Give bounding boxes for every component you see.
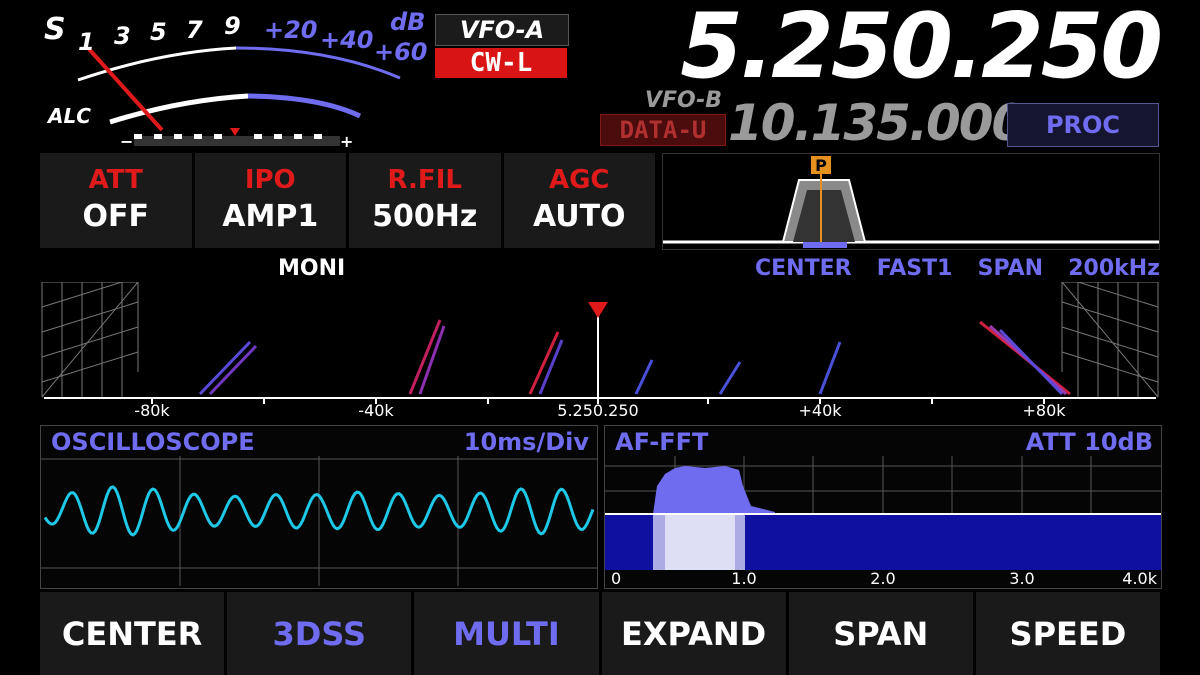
multi-button[interactable]: MULTI: [414, 592, 599, 675]
spectrum-tick-center: 5.250.250: [557, 401, 638, 417]
oscilloscope-panel[interactable]: OSCILLOSCOPE 10ms/Div: [40, 425, 598, 589]
left-grid: [41, 282, 139, 398]
s-scale-5: 5: [150, 18, 167, 46]
s-scale-1: 1: [78, 28, 95, 56]
spectrum-tick-plus80k: +80k: [1022, 401, 1066, 417]
setting-rfil-label: R.FIL: [387, 165, 462, 195]
vfo-b-label[interactable]: VFO-B: [612, 88, 722, 113]
filter-marker-p: P: [815, 156, 827, 175]
center-button[interactable]: CENTER: [40, 592, 225, 675]
af-fft-tick-0: 0: [611, 569, 621, 588]
spectrum-span-value: 200kHz: [1068, 256, 1160, 281]
af-fft-graph: 0 1.0 2.0 3.0 4.0k: [605, 456, 1161, 588]
db-label: dB: [390, 8, 426, 36]
expand-button[interactable]: EXPAND: [601, 592, 786, 675]
af-fft-tick-3: 3.0: [1009, 569, 1034, 588]
alc-minus: −: [120, 132, 134, 151]
spectrum-tick-minus80k: -80k: [134, 401, 170, 417]
alc-arc-white: [109, 93, 249, 125]
spectrum-mode: CENTER: [755, 256, 852, 281]
vfo-a-mode[interactable]: CW-L: [435, 48, 567, 78]
setting-ipo-label: IPO: [244, 165, 296, 195]
af-fft-spectrum: [653, 466, 775, 514]
span-button[interactable]: SPAN: [788, 592, 973, 675]
plus-scale-60: +60: [374, 38, 428, 66]
right-grid: [1061, 282, 1159, 398]
af-fft-tick-1: 1.0: [731, 569, 756, 588]
function-buttons: CENTER 3DSS MULTI EXPAND SPAN SPEED: [40, 592, 1161, 675]
s-scale-9: 9: [224, 12, 241, 40]
af-fft-panel[interactable]: AF-FFT ATT 10dB 0 1.0 2.0 3.0 4.0k: [604, 425, 1162, 589]
speed-button[interactable]: SPEED: [975, 592, 1161, 675]
spectrum-speed: FAST1: [876, 256, 953, 281]
3dss-button[interactable]: 3DSS: [227, 592, 412, 675]
af-fft-title: AF-FFT: [615, 428, 709, 456]
setting-att[interactable]: ATT OFF: [40, 153, 192, 248]
3dss-spectrum-display[interactable]: -80k -40k 5.250.250 +40k +80k: [40, 282, 1160, 417]
spectrum-info: CENTER FAST1 SPAN 200kHz: [755, 256, 1160, 281]
setting-att-label: ATT: [88, 165, 143, 195]
alc-plus: +: [340, 132, 354, 151]
setting-ipo-value: AMP1: [222, 199, 319, 234]
proc-level-button[interactable]: PROC LEVEL: [1007, 103, 1159, 181]
passband-graph: P: [663, 156, 1159, 248]
setting-agc-label: AGC: [548, 165, 610, 195]
oscilloscope-title: OSCILLOSCOPE: [51, 428, 255, 456]
setting-rfil[interactable]: R.FIL 500Hz: [349, 153, 501, 248]
signal-traces: [198, 319, 1071, 396]
alc-label: ALC: [48, 104, 91, 128]
filter-passband-display: P: [662, 153, 1160, 250]
af-fft-tick-4: 4.0k: [1122, 569, 1157, 588]
spectrum-tick-plus40k: +40k: [798, 401, 842, 417]
oscilloscope-time-div: 10ms/Div: [463, 428, 589, 456]
spectrum-tick-minus40k: -40k: [358, 401, 394, 417]
af-fft-tick-2: 2.0: [870, 569, 895, 588]
vfo-b-mode[interactable]: DATA-U: [600, 114, 726, 146]
radio-display: S 1 3 5 7 9 +20 +40 +60 dB ALC − + VFO-A…: [40, 0, 1163, 675]
vfo-a-frequency[interactable]: 5.250.250: [640, 0, 1163, 99]
vfo-a-label[interactable]: VFO-A: [435, 14, 569, 46]
plus-scale-20: +20: [264, 16, 318, 44]
alc-level-marker: [230, 128, 240, 136]
setting-ipo[interactable]: IPO AMP1: [194, 153, 346, 248]
oscilloscope-trace: [41, 456, 597, 586]
settings-bar: ATT OFF IPO AMP1 R.FIL 500Hz AGC AUTO: [40, 153, 655, 248]
setting-agc-value: AUTO: [532, 199, 626, 234]
spectrum-span-label: SPAN: [977, 256, 1044, 281]
moni-label: MONI: [278, 256, 346, 281]
vfo-b-frequency[interactable]: 10.135.000: [728, 94, 1026, 152]
center-marker-triangle: [588, 302, 608, 318]
s-scale-3: 3: [114, 22, 131, 50]
s-unit-label: S: [44, 12, 66, 47]
plus-scale-40: +40: [320, 26, 374, 54]
af-fft-att: ATT 10dB: [1025, 428, 1153, 456]
s-scale-7: 7: [186, 16, 203, 44]
alc-bar-track: [134, 136, 340, 146]
setting-agc[interactable]: AGC AUTO: [503, 153, 655, 248]
setting-att-value: OFF: [82, 199, 150, 234]
setting-rfil-value: 500Hz: [372, 199, 478, 234]
alc-arc-blue: [247, 93, 362, 119]
